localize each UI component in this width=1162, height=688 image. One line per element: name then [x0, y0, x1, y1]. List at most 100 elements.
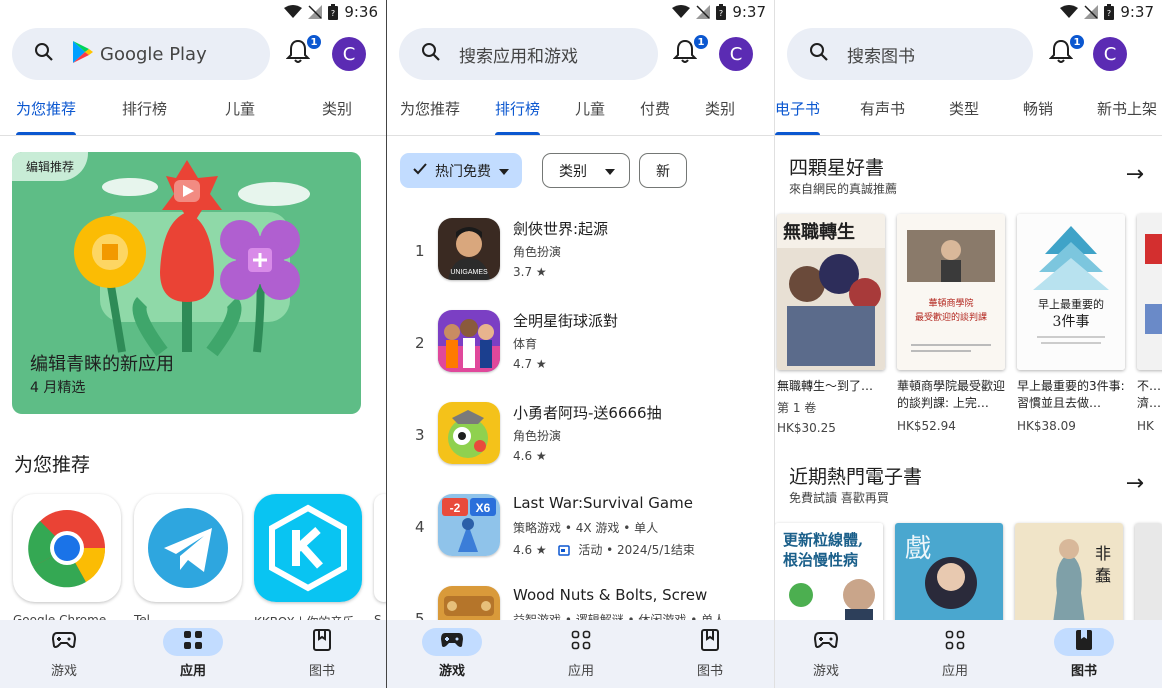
tab-for-you[interactable]: 为您推荐 — [16, 98, 77, 135]
book-cover[interactable]: 戲 — [895, 523, 1003, 623]
editors-choice-card[interactable]: 编辑推荐 编辑青睐的新应用 4 月精选 — [12, 152, 361, 414]
panel-games-charts: ? 9:37 搜索应用和游戏 1 C 为您推荐 排行榜 儿童 付费 类别 热门免… — [387, 0, 775, 688]
wifi-icon — [672, 5, 691, 19]
tab-charts[interactable]: 排行榜 — [495, 98, 541, 135]
apps-grid-icon — [571, 630, 591, 654]
nav-games[interactable]: 游戏 — [791, 628, 861, 679]
tab-categories[interactable]: 类别 — [322, 98, 352, 119]
chip-category[interactable]: 类别 — [542, 153, 630, 188]
book-icon — [701, 629, 719, 655]
tab-for-you[interactable]: 为您推荐 — [400, 98, 460, 119]
avatar[interactable]: C — [332, 37, 366, 71]
app-chrome-icon[interactable] — [13, 494, 121, 602]
notifications-button[interactable]: 1 — [672, 34, 709, 69]
notifications-button[interactable]: 1 — [285, 34, 322, 69]
game-jx-icon: UNIGAMES — [438, 218, 500, 280]
nav-apps[interactable]: 应用 — [158, 628, 228, 679]
battery-icon: ? — [716, 4, 727, 20]
arrow-right-icon[interactable]: → — [1126, 162, 1144, 187]
wifi-icon — [1060, 5, 1079, 19]
chip-top-free[interactable]: 热门免费 — [400, 153, 522, 188]
svg-text:華頓商學院: 華頓商學院 — [928, 297, 973, 309]
svg-text:最受歡迎的談判課: 最受歡迎的談判課 — [915, 311, 987, 323]
panel-books: ? 9:37 搜索图书 1 C 电子书 有声书 类型 畅销 新书上架 四顆星好書… — [775, 0, 1162, 688]
tab-bestsellers[interactable]: 畅销 — [1023, 98, 1053, 119]
gamepad-icon — [440, 631, 464, 653]
svg-text:3件事: 3件事 — [1053, 314, 1090, 330]
svg-text:根治慢性病: 根治慢性病 — [783, 551, 858, 569]
hero-subtitle: 4 月精选 — [30, 380, 86, 396]
tab-genres[interactable]: 类型 — [949, 98, 979, 119]
status-bar: ? 9:36 — [0, 0, 386, 24]
nav-apps[interactable]: 应用 — [546, 628, 616, 679]
nav-books[interactable]: 图书 — [1049, 628, 1119, 679]
arrow-right-icon[interactable]: → — [1126, 471, 1144, 496]
tab-new-releases[interactable]: 新书上架 — [1097, 98, 1157, 119]
nav-games[interactable]: 游戏 — [29, 628, 99, 679]
top-bar: 搜索应用和游戏 1 C — [399, 28, 762, 80]
app-telegram-icon[interactable] — [134, 494, 242, 602]
tab-kids[interactable]: 儿童 — [225, 98, 255, 119]
tab-bar: 为您推荐 排行榜 儿童 类别 — [0, 90, 386, 136]
app-kkbox-icon[interactable] — [254, 494, 362, 602]
nav-games[interactable]: 游戏 — [417, 628, 487, 679]
svg-text:無職轉生: 無職轉生 — [783, 221, 855, 243]
status-bar: ? 9:37 — [775, 0, 1162, 24]
search-placeholder: 搜索图书 — [847, 46, 915, 67]
search-placeholder: 搜索应用和游戏 — [459, 46, 578, 67]
clock: 9:36 — [344, 3, 378, 21]
nav-apps[interactable]: 应用 — [920, 628, 990, 679]
tab-charts[interactable]: 排行榜 — [122, 98, 167, 119]
tab-audiobooks[interactable]: 有声书 — [860, 98, 905, 119]
panel-apps: ? 9:36 Google Play 1 C 为您推荐 排行榜 儿童 类别 编辑… — [0, 0, 387, 688]
book-cover[interactable]: 無職轉生 — [777, 214, 885, 370]
apps-grid-icon — [945, 630, 965, 654]
book-cover[interactable] — [1135, 523, 1162, 623]
gamepad-icon — [813, 631, 839, 653]
gamepad-icon — [51, 631, 77, 653]
chart-row[interactable]: 4 -2 X6 Last War:Survival Game 策略游戏 • 4X … — [387, 484, 774, 574]
check-icon — [413, 162, 427, 179]
book-cover[interactable]: 早上最重要的 3件事 — [1017, 214, 1125, 370]
avatar[interactable]: C — [1093, 37, 1127, 71]
nav-books[interactable]: 图书 — [675, 628, 745, 679]
bell-icon — [1048, 39, 1074, 69]
tab-kids[interactable]: 儿童 — [575, 98, 605, 119]
book-cover[interactable] — [1137, 214, 1162, 370]
book-cover[interactable]: 更新粒線體, 根治慢性病 — [775, 523, 883, 623]
notifications-button[interactable]: 1 — [1048, 34, 1085, 69]
shelf-subtitle: 免費試讀 喜歡再買 — [789, 491, 889, 505]
book-price: HK$30.25 — [777, 421, 836, 435]
tab-indicator — [16, 132, 77, 135]
search-bar[interactable]: Google Play — [12, 28, 270, 80]
search-bar[interactable]: 搜索应用和游戏 — [399, 28, 658, 80]
nav-books[interactable]: 图书 — [287, 628, 357, 679]
svg-text:更新粒線體,: 更新粒線體, — [783, 531, 863, 549]
chip-new[interactable]: 新 — [639, 153, 687, 188]
app-partial-icon[interactable] — [374, 494, 386, 602]
avatar[interactable]: C — [719, 37, 753, 71]
chart-row[interactable]: 2 全明星街球派對 体育 4.7 ★ — [387, 300, 774, 390]
tab-ebooks[interactable]: 电子书 — [775, 98, 821, 135]
dropdown-arrow-icon — [605, 163, 615, 179]
chart-row[interactable]: 3 小勇者阿玛-送6666抽 角色扮演 4.6 ★ — [387, 392, 774, 482]
svg-text:戲: 戲 — [905, 534, 931, 564]
dropdown-arrow-icon — [499, 163, 509, 179]
hero-title: 编辑青睐的新应用 — [30, 354, 174, 375]
search-bar[interactable]: 搜索图书 — [787, 28, 1033, 80]
notification-badge: 1 — [306, 34, 322, 50]
game-lastwar-icon: -2 X6 — [438, 494, 500, 556]
bottom-nav: 游戏 应用 图书 — [775, 620, 1162, 688]
tab-categories[interactable]: 类别 — [705, 98, 735, 119]
book-cover[interactable]: 非蠢 — [1015, 523, 1123, 623]
tab-bar: 为您推荐 排行榜 儿童 付费 类别 — [387, 90, 774, 136]
book-title: 早上最重要的3件事: 習慣並且去做… — [1017, 379, 1125, 410]
book-title: 華頓商學院最受歡迎的談判課: 上完… — [897, 379, 1006, 410]
chart-row[interactable]: 1 UNIGAMES 劍俠世界:起源 角色扮演 3.7 ★ — [387, 208, 774, 298]
top-bar: 搜索图书 1 C — [787, 28, 1150, 80]
svg-text:?: ? — [331, 9, 335, 18]
status-bar: ? 9:37 — [387, 0, 774, 24]
search-icon — [34, 42, 54, 67]
book-cover[interactable]: 華頓商學院最受歡迎的談判課 — [897, 214, 1005, 370]
tab-paid[interactable]: 付费 — [640, 98, 670, 119]
